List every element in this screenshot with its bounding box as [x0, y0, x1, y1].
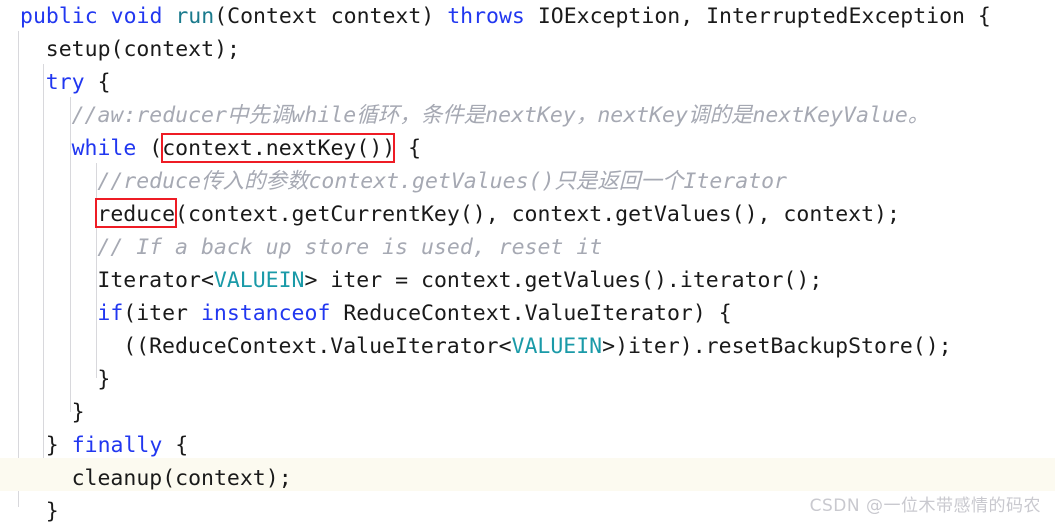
code-token: > iter = context.getValues().iterator();	[304, 268, 823, 293]
code-line[interactable]: }	[0, 495, 59, 528]
code-token: instanceof	[200, 301, 331, 326]
code-line[interactable]: ((ReduceContext.ValueIterator<VALUEIN>)i…	[0, 330, 952, 363]
code-token: run	[175, 4, 215, 29]
code-token: finally	[71, 433, 163, 458]
code-token: void	[110, 4, 163, 29]
code-token: //reduce	[97, 169, 201, 194]
code-token: cleanup(context);	[71, 466, 292, 491]
code-token: IOException, InterruptedException {	[524, 4, 991, 29]
code-token: setup(context);	[45, 37, 240, 62]
code-token: VALUEIN	[213, 268, 305, 293]
code-token: throws	[447, 4, 525, 29]
code-line[interactable]: reduce(context.getCurrentKey(), context.…	[0, 198, 900, 231]
code-token: // If a back up store is used, reset it	[97, 235, 603, 260]
code-line[interactable]: Iterator<VALUEIN> iter = context.getValu…	[0, 264, 822, 297]
code-line[interactable]: //reduce传入的参数context.getValues()只是返回一个It…	[0, 165, 787, 198]
code-token: Iterator	[683, 169, 787, 194]
code-editor[interactable]: public void run(Context context) throws …	[0, 0, 1055, 524]
code-token: 循环，条件是	[356, 103, 486, 128]
code-token: Iterator<	[97, 268, 214, 293]
code-token: 。	[907, 103, 930, 128]
code-token: nextKey	[597, 103, 688, 128]
code-line[interactable]: // If a back up store is used, reset it	[0, 231, 602, 264]
code-token: 传入的参数	[200, 169, 309, 194]
code-token: {	[84, 70, 111, 95]
code-line[interactable]: public void run(Context context) throws …	[0, 0, 991, 33]
code-line[interactable]: setup(context);	[0, 33, 240, 66]
code-token: 调的是	[687, 103, 753, 128]
code-token: context.getValues()	[308, 169, 555, 194]
code-token: nextKeyValue	[752, 103, 908, 128]
code-line[interactable]: }	[0, 396, 85, 429]
code-token: ((ReduceContext.ValueIterator<	[123, 334, 512, 359]
code-token: nextKey	[485, 103, 576, 128]
code-token: }	[97, 367, 111, 392]
code-token: (iter	[123, 301, 201, 326]
csdn-watermark: CSDN @一位木带感情的码农	[809, 496, 1041, 516]
code-line[interactable]: cleanup(context);	[0, 462, 292, 495]
code-token: (Context context)	[214, 4, 448, 29]
code-token: (context.nextKey()) {	[136, 136, 422, 161]
code-token: 只是返回一个	[554, 169, 684, 194]
code-line[interactable]: //aw:reducer中先调while循环，条件是nextKey，nextKe…	[0, 99, 930, 132]
code-token: }	[71, 400, 85, 425]
code-line[interactable]: }	[0, 363, 110, 396]
code-token: ，	[575, 103, 598, 128]
code-line[interactable]: } finally {	[0, 429, 188, 462]
code-token: 中先调	[226, 103, 292, 128]
code-token: try	[45, 70, 85, 95]
code-token: {	[162, 433, 189, 458]
code-token: //aw:reducer	[71, 103, 227, 128]
code-token: >)iter).resetBackupStore();	[602, 334, 952, 359]
code-token: }	[45, 433, 72, 458]
code-line[interactable]: while (context.nextKey()) {	[0, 132, 422, 165]
code-line[interactable]: try {	[0, 66, 111, 99]
code-line[interactable]: if(iter instanceof ReduceContext.ValueIt…	[0, 297, 732, 330]
code-token: reduce(context.getCurrentKey(), context.…	[97, 202, 900, 227]
code-token: VALUEIN	[511, 334, 603, 359]
code-token: while	[71, 136, 137, 161]
code-token: }	[45, 499, 59, 524]
code-token: ReduceContext.ValueIterator) {	[330, 301, 732, 326]
code-token: while	[291, 103, 357, 128]
code-token: public	[20, 4, 98, 29]
code-token: if	[97, 301, 124, 326]
